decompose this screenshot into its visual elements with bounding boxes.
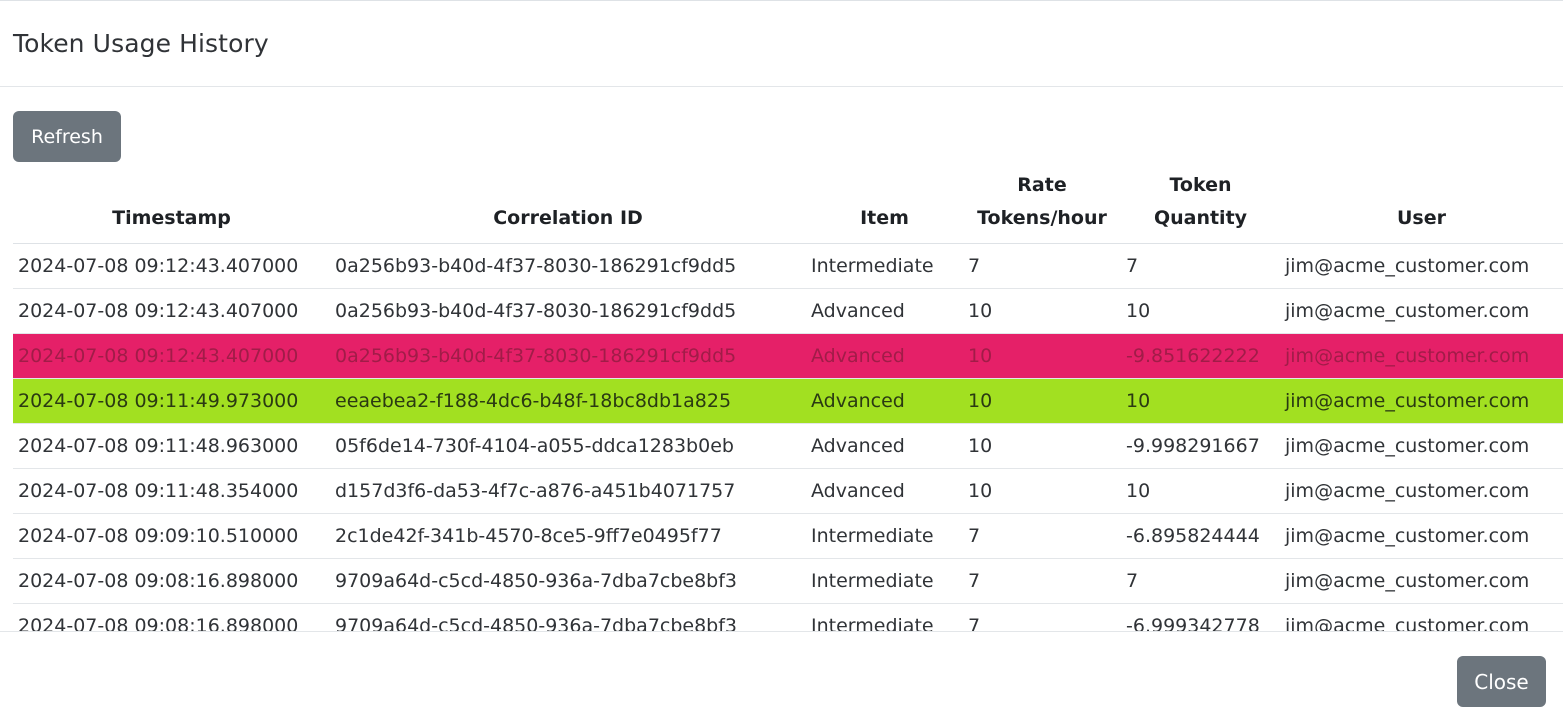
header-correlation-id: Correlation ID (330, 169, 806, 244)
cell-quantity: 10 (1121, 378, 1280, 424)
cell-user: jim@acme_customer.com (1280, 468, 1563, 514)
token-usage-modal: Token Usage History Refresh Timestamp Co… (0, 0, 1563, 727)
cell-quantity: -9.851622222 (1121, 333, 1280, 379)
header-rate-line2: Tokens/hour (977, 207, 1107, 229)
cell-item: Advanced (806, 378, 963, 424)
modal-title: Token Usage History (13, 29, 269, 58)
modal-footer: Close (0, 631, 1563, 727)
cell-user: jim@acme_customer.com (1280, 558, 1563, 604)
table-row: 2024-07-08 09:08:16.898000 9709a64d-c5cd-… (13, 558, 1563, 604)
table-row: 2024-07-08 09:08:16.898000 9709a64d-c5cd-… (13, 603, 1563, 631)
cell-user: jim@acme_customer.com (1280, 288, 1563, 334)
cell-correlation-id: 9709a64d-c5cd-4850-936a-7dba7cbe8bf3 (330, 558, 806, 604)
cell-rate: 10 (963, 288, 1121, 334)
cell-correlation-id: 0a256b93-b40d-4f37-8030-186291cf9dd5 (330, 333, 806, 379)
cell-correlation-id: eeaebea2-f188-4dc6-b48f-18bc8db1a825 (330, 378, 806, 424)
cell-quantity: 10 (1121, 288, 1280, 334)
cell-item: Intermediate (806, 513, 963, 559)
cell-rate: 7 (963, 558, 1121, 604)
cell-correlation-id: 0a256b93-b40d-4f37-8030-186291cf9dd5 (330, 288, 806, 334)
header-quantity-line2: Quantity (1153, 207, 1248, 229)
cell-item: Advanced (806, 468, 963, 514)
cell-rate: 10 (963, 423, 1121, 469)
cell-quantity: -9.998291667 (1121, 423, 1280, 469)
cell-correlation-id: 9709a64d-c5cd-4850-936a-7dba7cbe8bf3 (330, 603, 806, 631)
cell-quantity: 7 (1121, 243, 1280, 289)
cell-timestamp: 2024-07-08 09:11:48.963000 (13, 423, 330, 469)
cell-quantity: -6.895824444 (1121, 513, 1280, 559)
header-quantity-line1: Token (1169, 174, 1232, 196)
cell-user: jim@acme_customer.com (1280, 243, 1563, 289)
cell-timestamp: 2024-07-08 09:09:10.510000 (13, 513, 330, 559)
cell-item: Advanced (806, 423, 963, 469)
cell-item: Intermediate (806, 603, 963, 631)
cell-timestamp: 2024-07-08 09:08:16.898000 (13, 603, 330, 631)
table-row: 2024-07-08 09:09:10.510000 2c1de42f-341b-… (13, 513, 1563, 559)
cell-item: Advanced (806, 333, 963, 379)
usage-table: Timestamp Correlation ID Item Rate Token… (13, 169, 1563, 631)
cell-correlation-id: d157d3f6-da53-4f7c-a876-a451b4071757 (330, 468, 806, 514)
cell-quantity: -6.999342778 (1121, 603, 1280, 631)
cell-item: Advanced (806, 288, 963, 334)
cell-user: jim@acme_customer.com (1280, 513, 1563, 559)
cell-user: jim@acme_customer.com (1280, 603, 1563, 631)
cell-timestamp: 2024-07-08 09:11:48.354000 (13, 468, 330, 514)
cell-timestamp: 2024-07-08 09:12:43.407000 (13, 333, 330, 379)
cell-rate: 7 (963, 603, 1121, 631)
cell-rate: 7 (963, 243, 1121, 289)
header-user: User (1280, 169, 1563, 244)
close-button[interactable]: Close (1457, 656, 1546, 707)
cell-timestamp: 2024-07-08 09:12:43.407000 (13, 243, 330, 289)
table-row: 2024-07-08 09:12:43.407000 0a256b93-b40d-… (13, 243, 1563, 289)
cell-timestamp: 2024-07-08 09:08:16.898000 (13, 558, 330, 604)
cell-rate: 10 (963, 333, 1121, 379)
cell-user: jim@acme_customer.com (1280, 423, 1563, 469)
table-row: 2024-07-08 09:11:48.354000 d157d3f6-da53-… (13, 468, 1563, 514)
cell-item: Intermediate (806, 558, 963, 604)
header-timestamp: Timestamp (13, 169, 330, 244)
table-body: 2024-07-08 09:12:43.407000 0a256b93-b40d-… (13, 243, 1563, 631)
table-row: 2024-07-08 09:12:43.407000 0a256b93-b40d-… (13, 333, 1563, 379)
modal-header: Token Usage History (0, 1, 1563, 87)
cell-correlation-id: 2c1de42f-341b-4570-8ce5-9ff7e0495f77 (330, 513, 806, 559)
cell-rate: 10 (963, 378, 1121, 424)
usage-table-scroll[interactable]: Timestamp Correlation ID Item Rate Token… (13, 169, 1563, 631)
table-header: Timestamp Correlation ID Item Rate Token… (13, 169, 1563, 244)
cell-item: Intermediate (806, 243, 963, 289)
header-quantity: Token Quantity (1121, 169, 1280, 244)
header-rate: Rate Tokens/hour (963, 169, 1121, 244)
header-rate-line1: Rate (1017, 174, 1067, 196)
cell-timestamp: 2024-07-08 09:11:49.973000 (13, 378, 330, 424)
cell-user: jim@acme_customer.com (1280, 333, 1563, 379)
cell-user: jim@acme_customer.com (1280, 378, 1563, 424)
cell-correlation-id: 0a256b93-b40d-4f37-8030-186291cf9dd5 (330, 243, 806, 289)
cell-quantity: 7 (1121, 558, 1280, 604)
cell-rate: 10 (963, 468, 1121, 514)
cell-correlation-id: 05f6de14-730f-4104-a055-ddca1283b0eb (330, 423, 806, 469)
refresh-button[interactable]: Refresh (13, 111, 121, 162)
cell-quantity: 10 (1121, 468, 1280, 514)
cell-rate: 7 (963, 513, 1121, 559)
header-item: Item (806, 169, 963, 244)
cell-timestamp: 2024-07-08 09:12:43.407000 (13, 288, 330, 334)
table-row: 2024-07-08 09:11:49.973000 eeaebea2-f188-… (13, 378, 1563, 424)
table-row: 2024-07-08 09:12:43.407000 0a256b93-b40d-… (13, 288, 1563, 334)
table-row: 2024-07-08 09:11:48.963000 05f6de14-730f-… (13, 423, 1563, 469)
